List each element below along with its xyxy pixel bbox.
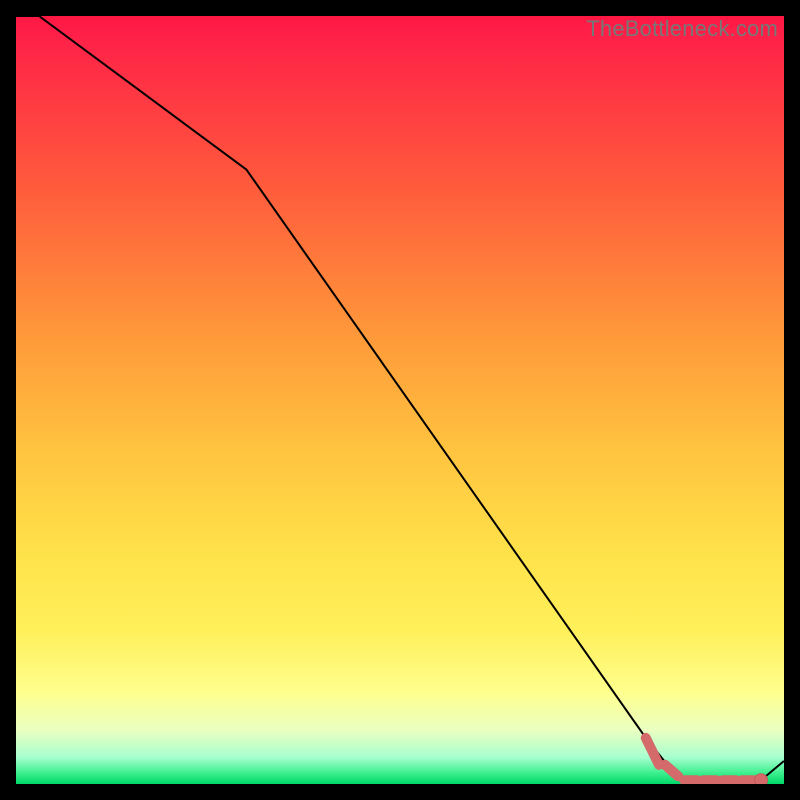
bottleneck-chart	[16, 16, 784, 784]
gradient-background	[16, 16, 784, 784]
chart-frame: TheBottleneck.com	[16, 16, 784, 784]
optimal-point-dot	[755, 774, 768, 784]
